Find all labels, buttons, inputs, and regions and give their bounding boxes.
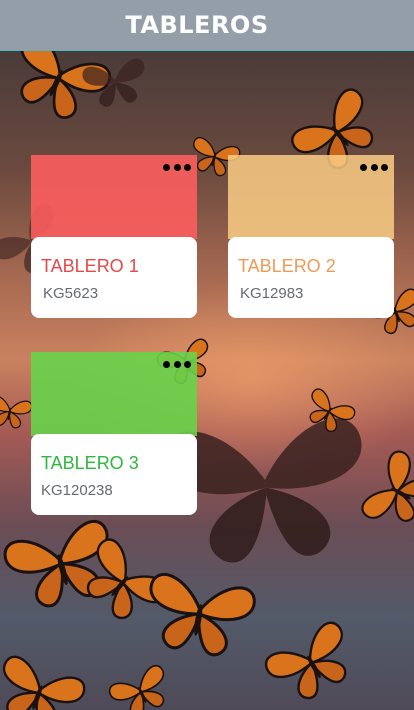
board-card-3[interactable]: TABLERO 3 KG120238 <box>31 352 197 515</box>
board-name: TABLERO 1 <box>41 256 139 276</box>
board-card-color-area[interactable] <box>31 155 197 239</box>
board-name: TABLERO 3 <box>41 453 139 473</box>
board-card-color-area[interactable] <box>228 155 394 239</box>
page-title: TABLEROS <box>125 11 269 39</box>
more-horizontal-icon[interactable] <box>360 161 388 173</box>
board-code: KG5623 <box>43 285 99 302</box>
board-code: KG12983 <box>240 285 304 302</box>
app-header: TABLEROS <box>0 0 414 51</box>
more-horizontal-icon[interactable] <box>163 358 191 370</box>
board-code: KG120238 <box>41 482 113 499</box>
board-card-info[interactable]: TABLERO 3 KG120238 <box>31 434 197 515</box>
board-card-2[interactable]: TABLERO 2 KG12983 <box>228 155 394 318</box>
app-screen: TABLEROS TABLERO 1 KG5623 TABLERO 2 KG12… <box>0 0 414 710</box>
more-horizontal-icon[interactable] <box>163 161 191 173</box>
board-card-info[interactable]: TABLERO 1 KG5623 <box>31 237 197 318</box>
board-card-color-area[interactable] <box>31 352 197 436</box>
board-card-1[interactable]: TABLERO 1 KG5623 <box>31 155 197 318</box>
board-name: TABLERO 2 <box>238 256 336 276</box>
board-card-info[interactable]: TABLERO 2 KG12983 <box>228 237 394 318</box>
